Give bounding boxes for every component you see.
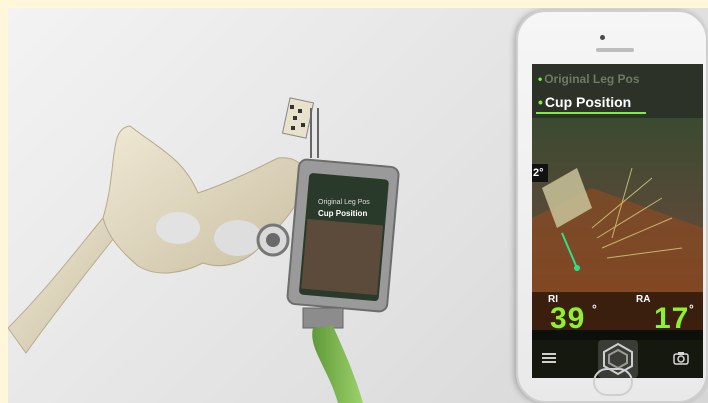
menu-bullet: • bbox=[538, 94, 543, 110]
front-camera bbox=[600, 35, 605, 40]
pelvis-render-scene: Original Leg Pos Cup Position bbox=[8, 8, 513, 403]
ri-value: 39 bbox=[550, 302, 586, 335]
ri-degree-symbol: ° bbox=[592, 302, 597, 316]
ra-degree-symbol: ° bbox=[689, 302, 694, 316]
mode-menu: • Original Leg Pos • Cup Position bbox=[532, 64, 703, 118]
menu-item-cup-position[interactable]: • Cup Position bbox=[538, 94, 631, 110]
angle-indicator: 2° bbox=[532, 164, 548, 182]
app-screen: • Original Leg Pos • Cup Position 2° RI … bbox=[532, 64, 703, 378]
hamburger-menu-icon[interactable] bbox=[542, 351, 556, 365]
ra-value: 17 bbox=[654, 302, 690, 335]
smartphone-device: • Original Leg Pos • Cup Position 2° RI … bbox=[516, 10, 708, 403]
earpiece-speaker bbox=[596, 48, 634, 52]
camera-icon[interactable] bbox=[673, 351, 689, 365]
menu-item-label: Cup Position bbox=[544, 94, 632, 110]
active-menu-indicator bbox=[536, 112, 646, 114]
mini-phone-label-2: Cup Position bbox=[318, 209, 367, 218]
mini-phone-label-1: Original Leg Pos bbox=[318, 199, 370, 206]
video-frame: Original Leg Pos Cup Position • Original … bbox=[8, 8, 708, 403]
ra-label: RA bbox=[636, 294, 651, 305]
menu-item-label: Original Leg Pos bbox=[544, 72, 640, 86]
home-button[interactable] bbox=[593, 368, 633, 396]
menu-bullet: • bbox=[538, 72, 543, 86]
menu-item-original-leg-pos[interactable]: • Original Leg Pos bbox=[538, 72, 640, 86]
pelvis-illustration: Original Leg Pos Cup Position bbox=[8, 97, 400, 403]
